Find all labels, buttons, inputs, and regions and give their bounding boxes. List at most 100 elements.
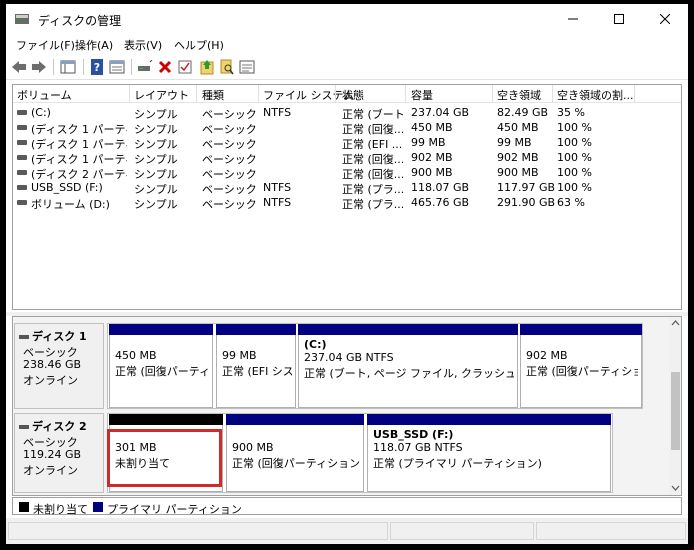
status-pane-2: [390, 522, 534, 540]
menu-file[interactable]: ファイル(F): [16, 37, 75, 53]
column-header[interactable]: ファイル システム: [263, 87, 354, 103]
forward-icon: [32, 61, 46, 73]
cell-free-percent: 35 %: [557, 106, 585, 119]
check-button[interactable]: [176, 58, 194, 76]
search-icon: [220, 59, 234, 75]
partition-status: 正常 (回復パーティション): [115, 365, 209, 378]
list-view-button[interactable]: [238, 58, 256, 76]
column-header[interactable]: 状態: [342, 87, 364, 103]
table-row[interactable]: (C:) シンプル ベーシック NTFS 正常 (ブート... 237.04 G…: [13, 105, 681, 121]
cell-capacity: 99 MB: [411, 136, 446, 149]
cell-volume: ボリューム (D:): [31, 198, 110, 211]
status-pane-main: [8, 522, 388, 540]
column-header[interactable]: ボリューム: [17, 87, 72, 103]
properties-button[interactable]: [108, 58, 126, 76]
partition-c-drive[interactable]: (C:) 237.04 GB NTFS 正常 (ブート, ページ ファイル, ク…: [298, 324, 518, 408]
partition-size: 900 MB: [232, 441, 274, 454]
close-icon: [660, 14, 670, 24]
partition-status: 正常 (EFI システム パーティション): [222, 365, 292, 378]
menu-help[interactable]: ヘルプ(H): [174, 37, 224, 53]
partition-usb-ssd[interactable]: USB_SSD (F:) 118.07 GB NTFS 正常 (プライマリ パー…: [367, 414, 611, 492]
minimize-button[interactable]: [550, 4, 596, 34]
column-header[interactable]: 空き領域: [497, 87, 541, 103]
scroll-down-icon[interactable]: [671, 485, 680, 491]
disk-management-window: ディスクの管理 ファイル(F) 操作(A) 表示(V) ヘルプ(H) ? ボリュ…: [6, 4, 688, 544]
volume-list: ボリューム レイアウト 種類 ファイル システム 状態 容量 空き領域 空き領域…: [12, 84, 682, 310]
disk-management-icon: [15, 14, 29, 24]
scroll-up-icon[interactable]: [671, 320, 680, 326]
title-bar: ディスクの管理: [6, 4, 688, 34]
back-button[interactable]: [10, 58, 28, 76]
highlight-frame: [107, 429, 222, 487]
partition-status: 正常 (ブート, ページ ファイル, クラッシュ ダンプ, ベーシック データ …: [304, 367, 514, 380]
cell-free-percent: 100 %: [557, 136, 592, 149]
cell-free-percent: 63 %: [557, 196, 585, 209]
cell-layout: シンプル: [134, 198, 178, 211]
volume-icon: [17, 170, 27, 175]
console-tree-button[interactable]: [59, 58, 77, 76]
delete-button[interactable]: [156, 58, 174, 76]
partition-recovery[interactable]: 900 MB 正常 (回復パーティション): [226, 414, 364, 492]
cell-capacity: 450 MB: [411, 121, 453, 134]
partition-size: 902 MB: [526, 349, 568, 362]
disk-name: ディスク 2: [32, 420, 87, 433]
table-row[interactable]: ボリューム (D:) シンプル ベーシック NTFS 正常 (プラ... 465…: [13, 195, 681, 211]
properties-icon: [109, 60, 125, 74]
volume-icon: [17, 185, 27, 190]
volume-icon: [17, 125, 27, 130]
cell-volume: (C:): [31, 106, 51, 119]
menu-bar: ファイル(F) 操作(A) 表示(V) ヘルプ(H): [6, 34, 688, 54]
svg-text:?: ?: [94, 61, 100, 74]
table-row[interactable]: (ディスク 1 パーティシ... シンプル ベーシック 正常 (回復... 90…: [13, 150, 681, 166]
cell-free-space: 117.97 GB: [497, 181, 556, 194]
disk-2-label[interactable]: ディスク 2 ベーシック 119.24 GB オンライン: [14, 413, 104, 493]
column-header[interactable]: 空き領域の割...: [557, 87, 634, 103]
table-row[interactable]: (ディスク 1 パーティシ... シンプル ベーシック 正常 (EFI ... …: [13, 135, 681, 151]
partition-size: 450 MB: [115, 349, 157, 362]
cell-free-space: 902 MB: [497, 151, 539, 164]
table-row[interactable]: USB_SSD (F:) シンプル ベーシック NTFS 正常 (プラ... 1…: [13, 180, 681, 196]
disk-1-label[interactable]: ディスク 1 ベーシック 238.46 GB オンライン: [14, 323, 104, 409]
export-button[interactable]: [198, 58, 216, 76]
partition-recovery-2[interactable]: 902 MB 正常 (回復パーティション): [520, 324, 642, 408]
maximize-icon: [614, 14, 624, 24]
menu-action[interactable]: 操作(A): [75, 37, 113, 53]
table-row[interactable]: (ディスク 1 パーティシ... シンプル ベーシック 正常 (回復... 45…: [13, 120, 681, 136]
cell-capacity: 900 MB: [411, 166, 453, 179]
disk-status: オンライン: [23, 464, 78, 477]
column-header[interactable]: レイアウト: [134, 87, 189, 103]
legend-unallocated: 未割り当て: [33, 503, 88, 516]
search-button[interactable]: [218, 58, 236, 76]
cell-free-space: 82.49 GB: [497, 106, 549, 119]
cell-filesystem: NTFS: [263, 106, 292, 119]
column-header[interactable]: 種類: [202, 87, 224, 103]
table-row[interactable]: (ディスク 2 パーティシ... シンプル ベーシック 正常 (回復... 90…: [13, 165, 681, 181]
disk-icon: [19, 335, 29, 339]
status-bar: [6, 518, 688, 544]
menu-view[interactable]: 表示(V): [124, 37, 162, 53]
column-header-row: ボリューム レイアウト 種類 ファイル システム 状態 容量 空き領域 空き領域…: [13, 85, 681, 103]
scroll-thumb[interactable]: [671, 372, 680, 450]
forward-button[interactable]: [30, 58, 48, 76]
disk-status: オンライン: [23, 374, 78, 387]
maximize-button[interactable]: [596, 4, 642, 34]
close-button[interactable]: [642, 4, 688, 34]
help-icon: ?: [91, 59, 103, 75]
cell-capacity: 902 MB: [411, 151, 453, 164]
window-title: ディスクの管理: [38, 14, 122, 28]
partition-recovery[interactable]: 450 MB 正常 (回復パーティション): [109, 324, 213, 408]
vertical-scrollbar[interactable]: [669, 317, 681, 495]
legend-swatch-unallocated: [19, 502, 29, 512]
delete-icon: [158, 60, 172, 74]
partition-efi[interactable]: 99 MB 正常 (EFI システム パーティション): [216, 324, 296, 408]
cell-free-space: 450 MB: [497, 121, 539, 134]
cell-volume: USB_SSD (F:): [31, 181, 103, 194]
legend: 未割り当て プライマリ パーティション: [12, 497, 682, 516]
cell-filesystem: NTFS: [263, 181, 292, 194]
column-header[interactable]: 容量: [411, 87, 433, 103]
partition-status: 正常 (回復パーティション): [526, 365, 638, 378]
volume-icon: [17, 200, 27, 205]
connect-drive-button[interactable]: [136, 58, 154, 76]
help-button[interactable]: ?: [88, 58, 106, 76]
list-icon: [239, 60, 255, 74]
